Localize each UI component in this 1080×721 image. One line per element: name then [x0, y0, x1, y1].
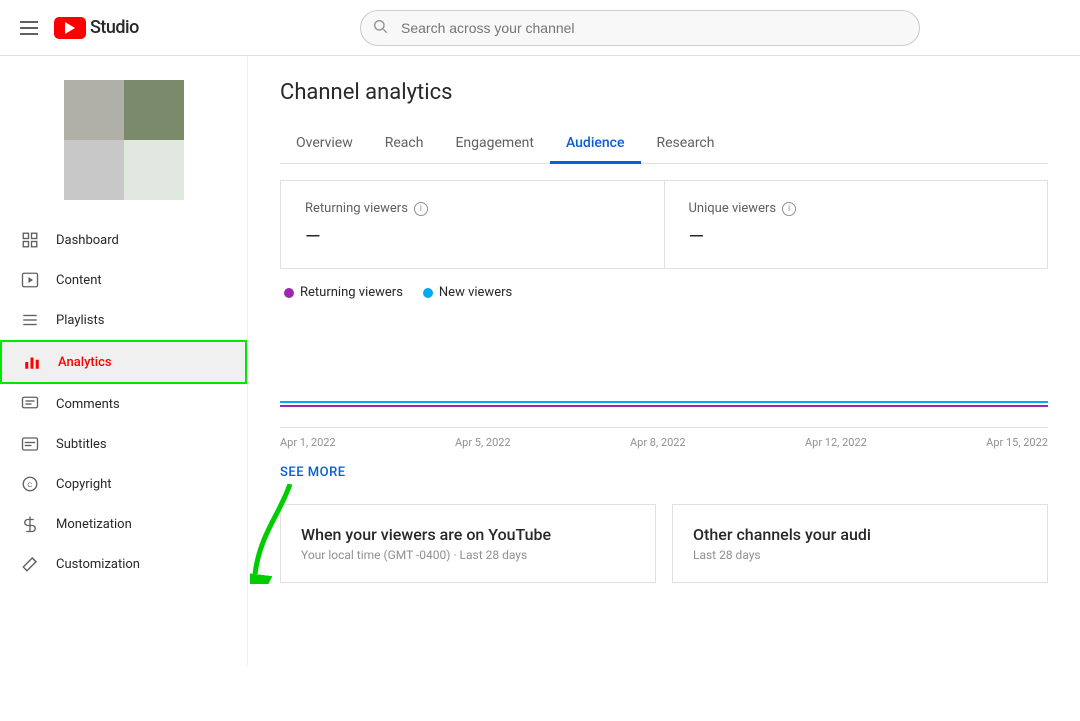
sidebar-item-customization[interactable]: Customization [0, 544, 247, 584]
chart-line-purple [280, 405, 1048, 407]
tab-engagement[interactable]: Engagement [439, 125, 549, 164]
bottom-card-viewers-time: When your viewers are on YouTube Your lo… [280, 504, 656, 583]
grid-icon [20, 230, 40, 250]
legend-new: New viewers [423, 285, 512, 300]
customization-label: Customization [56, 557, 140, 572]
see-more-button[interactable]: SEE MORE [280, 457, 1048, 488]
green-arrow [250, 484, 330, 588]
tab-reach[interactable]: Reach [369, 125, 440, 164]
tab-research[interactable]: Research [641, 125, 731, 164]
returning-legend-label: Returning viewers [300, 285, 403, 300]
svg-text:C: C [27, 482, 32, 489]
content-label: Content [56, 273, 102, 288]
unique-viewers-label: Unique viewers i [689, 201, 1024, 216]
list-icon [20, 310, 40, 330]
stat-card-returning: Returning viewers i — [281, 181, 665, 268]
avatar-q4 [124, 140, 184, 200]
chart-line-blue [280, 401, 1048, 403]
layout: Dashboard Content Playlists [0, 56, 1080, 665]
sidebar-item-analytics[interactable]: Analytics [0, 340, 247, 384]
sidebar-item-playlists[interactable]: Playlists [0, 300, 247, 340]
dollar-icon [20, 514, 40, 534]
avatar-image [64, 80, 184, 200]
returning-viewers-value: — [305, 224, 640, 248]
bottom-card-1-title: Other channels your audi [693, 525, 1027, 544]
search-bar [360, 10, 920, 46]
xaxis-label-1: Apr 5, 2022 [455, 436, 511, 449]
studio-text: Studio [90, 17, 139, 38]
channel-avatar [0, 64, 247, 220]
search-input[interactable] [360, 10, 920, 46]
stat-card-unique: Unique viewers i — [665, 181, 1048, 268]
playlists-label: Playlists [56, 313, 104, 328]
page-title: Channel analytics [280, 80, 1048, 105]
logo[interactable]: Studio [54, 17, 139, 39]
tab-overview[interactable]: Overview [280, 125, 369, 164]
returning-viewers-label: Returning viewers i [305, 201, 640, 216]
sidebar-item-dashboard[interactable]: Dashboard [0, 220, 247, 260]
xaxis-label-4: Apr 15, 2022 [986, 436, 1048, 449]
dashboard-label: Dashboard [56, 233, 119, 248]
sidebar-item-content[interactable]: Content [0, 260, 247, 300]
xaxis-label-0: Apr 1, 2022 [280, 436, 336, 449]
new-legend-label: New viewers [439, 285, 512, 300]
bottom-card-other-channels: Other channels your audi Last 28 days [672, 504, 1048, 583]
new-dot [423, 288, 433, 298]
analytics-label: Analytics [58, 355, 112, 370]
copyright-label: Copyright [56, 477, 112, 492]
sidebar-item-monetization[interactable]: Monetization [0, 504, 247, 544]
xaxis-label-3: Apr 12, 2022 [805, 436, 867, 449]
header-left: Studio [16, 17, 216, 39]
unique-viewers-value: — [689, 224, 1024, 248]
legend-returning: Returning viewers [284, 285, 403, 300]
returning-info-icon[interactable]: i [414, 202, 428, 216]
bottom-card-0-title: When your viewers are on YouTube [301, 525, 635, 544]
chart-area [280, 308, 1048, 428]
bottom-cards: When your viewers are on YouTube Your lo… [280, 504, 1048, 583]
search-icon [372, 18, 388, 38]
subtitles-label: Subtitles [56, 437, 107, 452]
sidebar-item-copyright[interactable]: C Copyright [0, 464, 247, 504]
main-content: Channel analytics Overview Reach Engagem… [248, 56, 1080, 665]
avatar-q3 [64, 140, 124, 200]
bar-chart-icon [22, 352, 42, 372]
copyright-icon: C [20, 474, 40, 494]
bottom-card-0-subtitle: Your local time (GMT -0400) · Last 28 da… [301, 548, 635, 562]
chart-legend: Returning viewers New viewers [280, 285, 1048, 300]
stats-row: Returning viewers i — Unique viewers i — [280, 180, 1048, 269]
youtube-logo-icon [54, 17, 86, 39]
header: Studio [0, 0, 1080, 56]
returning-dot [284, 288, 294, 298]
sidebar: Dashboard Content Playlists [0, 56, 248, 665]
chart-xaxis: Apr 1, 2022 Apr 5, 2022 Apr 8, 2022 Apr … [280, 428, 1048, 457]
sidebar-item-subtitles[interactable]: Subtitles [0, 424, 247, 464]
unique-info-icon[interactable]: i [782, 202, 796, 216]
tab-audience[interactable]: Audience [550, 125, 641, 164]
magic-icon [20, 554, 40, 574]
xaxis-label-2: Apr 8, 2022 [630, 436, 686, 449]
play-icon [20, 270, 40, 290]
avatar-q2 [124, 80, 184, 140]
avatar-q1 [64, 80, 124, 140]
sidebar-item-comments[interactable]: Comments [0, 384, 247, 424]
comments-label: Comments [56, 397, 120, 412]
monetization-label: Monetization [56, 517, 132, 532]
comment-icon [20, 394, 40, 414]
subtitles-icon [20, 434, 40, 454]
bottom-card-1-subtitle: Last 28 days [693, 548, 1027, 562]
tabs: Overview Reach Engagement Audience Resea… [280, 125, 1048, 164]
hamburger-menu[interactable] [16, 17, 42, 39]
